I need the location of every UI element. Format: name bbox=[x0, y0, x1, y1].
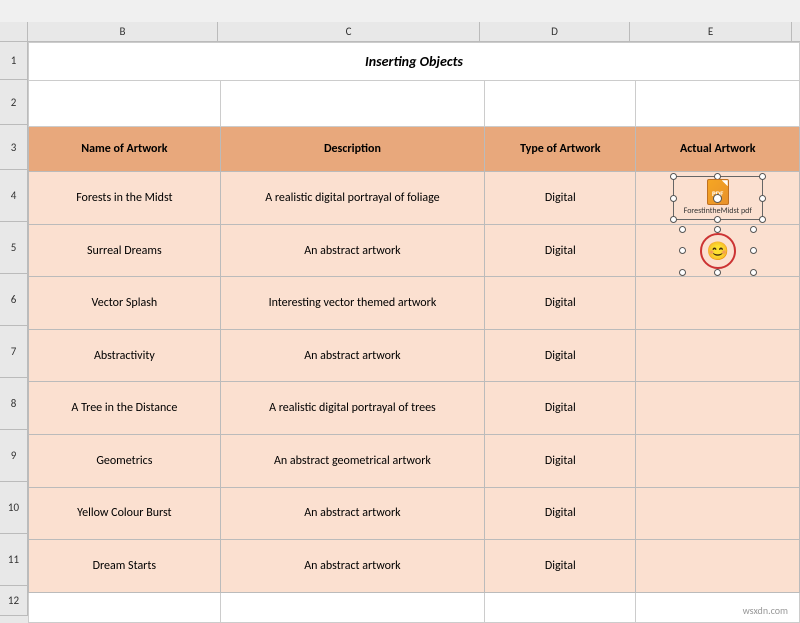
artwork-name-7: Yellow Colour Burst bbox=[29, 487, 221, 540]
pdf-icon-label: PDF bbox=[712, 189, 723, 198]
emoji-object-container: 😊 bbox=[636, 225, 799, 277]
row-num-9: 9 bbox=[0, 430, 28, 482]
artwork-name-3: Vector Splash bbox=[29, 277, 221, 330]
row-num-7: 7 bbox=[0, 326, 28, 378]
row-num-1: 1 bbox=[0, 42, 28, 80]
row-num-6: 6 bbox=[0, 274, 28, 326]
artwork-type-5: Digital bbox=[485, 382, 636, 435]
watermark: wsxdn.com bbox=[743, 604, 788, 617]
col-header-c: C bbox=[218, 22, 480, 41]
header-artwork: Actual Artwork bbox=[636, 126, 800, 171]
artwork-actual-3 bbox=[636, 277, 800, 330]
top-bar bbox=[0, 0, 800, 22]
emoji-handle-mr bbox=[750, 247, 757, 254]
row-num-3: 3 bbox=[0, 125, 28, 170]
row-num-4: 4 bbox=[0, 170, 28, 222]
grid-area: 1 2 3 4 5 6 7 8 9 10 11 12 Inserting Obj… bbox=[0, 42, 800, 623]
artwork-name-1: Forests in the Midst bbox=[29, 172, 221, 225]
artwork-desc-6: An abstract geometrical artwork bbox=[220, 434, 484, 487]
handle-ml bbox=[670, 195, 677, 202]
artwork-desc-4: An abstract artwork bbox=[220, 329, 484, 382]
table-row: Abstractivity An abstract artwork Digita… bbox=[29, 329, 800, 382]
row-num-12: 12 bbox=[0, 586, 28, 616]
table-row: Geometrics An abstract geometrical artwo… bbox=[29, 434, 800, 487]
col-header-d: D bbox=[480, 22, 630, 41]
artwork-type-2: Digital bbox=[485, 224, 636, 277]
artwork-desc-2: An abstract artwork bbox=[220, 224, 484, 277]
col-header-b: B bbox=[28, 22, 218, 41]
table-row: Vector Splash Interesting vector themed … bbox=[29, 277, 800, 330]
artwork-type-1: Digital bbox=[485, 172, 636, 225]
artwork-type-4: Digital bbox=[485, 329, 636, 382]
spreadsheet-wrapper: B C D E 1 2 3 4 5 6 7 8 9 10 11 12 bbox=[0, 0, 800, 623]
artwork-actual-8 bbox=[636, 540, 800, 593]
artwork-name-8: Dream Starts bbox=[29, 540, 221, 593]
artwork-desc-5: A realistic digital portrayal of trees bbox=[220, 382, 484, 435]
pdf-icon: PDF ForestintheMidst pdf bbox=[684, 179, 752, 217]
corner-cell bbox=[0, 22, 28, 41]
row-numbers: 1 2 3 4 5 6 7 8 9 10 11 12 bbox=[0, 42, 28, 623]
table-row: Dream Starts An abstract artwork Digital bbox=[29, 540, 800, 593]
handle-bm bbox=[714, 216, 721, 223]
emoji-display: 😊 bbox=[700, 233, 736, 269]
header-row: Name of Artwork Description Type of Artw… bbox=[29, 126, 800, 171]
artwork-type-7: Digital bbox=[485, 487, 636, 540]
emoji-handle-ml bbox=[679, 247, 686, 254]
title-row: Inserting Objects bbox=[29, 43, 800, 81]
handle-bl bbox=[670, 216, 677, 223]
title-cell: Inserting Objects bbox=[29, 43, 800, 81]
artwork-name-4: Abstractivity bbox=[29, 329, 221, 382]
artwork-desc-3: Interesting vector themed artwork bbox=[220, 277, 484, 330]
col-headers-row: B C D E bbox=[0, 22, 800, 42]
emoji-selection-area[interactable]: 😊 bbox=[683, 230, 753, 272]
artwork-name-2: Surreal Dreams bbox=[29, 224, 221, 277]
header-type: Type of Artwork bbox=[485, 126, 636, 171]
handle-mr bbox=[759, 195, 766, 202]
row-num-8: 8 bbox=[0, 378, 28, 430]
emoji-handle-tr bbox=[750, 226, 757, 233]
table-row: Surreal Dreams An abstract artwork Digit… bbox=[29, 224, 800, 277]
handle-tl bbox=[670, 173, 677, 180]
artwork-name-5: A Tree in the Distance bbox=[29, 382, 221, 435]
emoji-handle-tl bbox=[679, 226, 686, 233]
row-num-10: 10 bbox=[0, 482, 28, 534]
empty-row bbox=[29, 592, 800, 622]
col-header-e: E bbox=[630, 22, 792, 41]
artwork-type-3: Digital bbox=[485, 277, 636, 330]
emoji-handle-tm bbox=[714, 226, 721, 233]
emoji-handle-br bbox=[750, 269, 757, 276]
pdf-selection-box[interactable]: PDF ForestintheMidst pdf bbox=[673, 176, 763, 220]
table-row: A Tree in the Distance A realistic digit… bbox=[29, 382, 800, 435]
spacing-row bbox=[29, 81, 800, 126]
artwork-name-6: Geometrics bbox=[29, 434, 221, 487]
artwork-actual-2: 😊 bbox=[636, 224, 800, 277]
row-num-2: 2 bbox=[0, 80, 28, 125]
handle-br bbox=[759, 216, 766, 223]
table-row: Yellow Colour Burst An abstract artwork … bbox=[29, 487, 800, 540]
pdf-object-container: PDF ForestintheMidst pdf bbox=[636, 172, 799, 224]
artwork-desc-8: An abstract artwork bbox=[220, 540, 484, 593]
row-num-5: 5 bbox=[0, 222, 28, 274]
artwork-type-6: Digital bbox=[485, 434, 636, 487]
artwork-actual-4 bbox=[636, 329, 800, 382]
artwork-actual-1: PDF ForestintheMidst pdf bbox=[636, 172, 800, 225]
header-desc: Description bbox=[220, 126, 484, 171]
pdf-icon-image: PDF bbox=[707, 179, 729, 205]
handle-tr bbox=[759, 173, 766, 180]
row-num-11: 11 bbox=[0, 534, 28, 586]
table-row: Forests in the Midst A realistic digital… bbox=[29, 172, 800, 225]
emoji-handle-bl bbox=[679, 269, 686, 276]
artwork-actual-6 bbox=[636, 434, 800, 487]
artwork-actual-7 bbox=[636, 487, 800, 540]
artwork-desc-7: An abstract artwork bbox=[220, 487, 484, 540]
artwork-actual-5 bbox=[636, 382, 800, 435]
emoji-handle-bm bbox=[714, 269, 721, 276]
artwork-desc-1: A realistic digital portrayal of foliage bbox=[220, 172, 484, 225]
header-name: Name of Artwork bbox=[29, 126, 221, 171]
sheet-table: Inserting Objects Name of Artwork Descri… bbox=[28, 42, 800, 623]
artwork-type-8: Digital bbox=[485, 540, 636, 593]
